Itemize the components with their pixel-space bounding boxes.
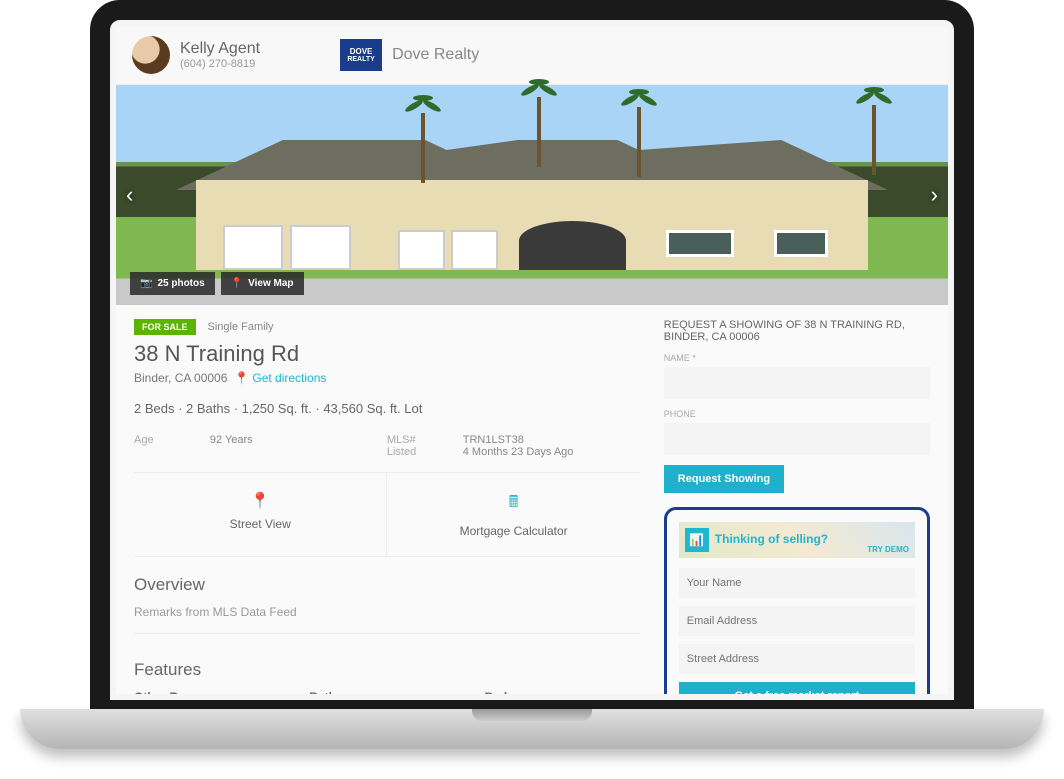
property-type: Single Family (208, 321, 274, 333)
get-directions-link[interactable]: Get directions (252, 371, 326, 385)
promo-title: Thinking of selling? (715, 532, 828, 546)
get-report-button[interactable]: Get a free market report (679, 682, 915, 694)
promo-banner: 📊 Thinking of selling? TRY DEMO (679, 522, 915, 558)
agent-block: Kelly Agent (604) 270-8819 (180, 40, 260, 70)
listing-stats: 2 Beds · 2 Baths · 1,250 Sq. ft. · 43,56… (134, 401, 640, 416)
features-other-rooms: Other Rooms Total Rooms: 7 Basement Desc… (134, 690, 289, 694)
hero-prev-icon[interactable]: ‹ (126, 182, 133, 208)
camera-icon: 📷 (140, 278, 152, 289)
brand-name: Dove Realty (392, 46, 479, 64)
name-label: NAME * (664, 353, 930, 363)
market-report-promo: 📊 Thinking of selling? TRY DEMO Get a fr… (664, 507, 930, 694)
photos-button[interactable]: 📷 25 photos (130, 272, 215, 295)
name-input[interactable] (664, 367, 930, 399)
location-pin-icon: 📍 (134, 491, 386, 511)
try-demo-link[interactable]: TRY DEMO (867, 545, 909, 554)
hero-image: ‹ › 📷 25 photos 📍 View Map (116, 85, 948, 305)
sidebar: REQUEST A SHOWING OF 38 N TRAINING RD, B… (664, 319, 930, 694)
phone-input[interactable] (664, 423, 930, 455)
request-showing-button[interactable]: Request Showing (664, 465, 784, 493)
street-view-button[interactable]: 📍 Street View (134, 473, 387, 556)
brand-logo: DOVE REALTY (340, 39, 382, 71)
listing-meta: Age 92 Years MLS# TRN1LST38 Listed 4 Mon… (134, 430, 640, 473)
map-pin-icon: 📍 (234, 371, 249, 385)
overview-remarks: Remarks from MLS Data Feed (134, 605, 640, 619)
view-map-button[interactable]: 📍 View Map (221, 272, 304, 295)
hero-next-icon[interactable]: › (931, 182, 938, 208)
features-heading: Features (134, 660, 640, 680)
calculator-icon: 🖩 (387, 491, 639, 518)
bar-chart-icon: 📊 (685, 528, 709, 552)
mortgage-calculator-button[interactable]: 🖩 Mortgage Calculator (387, 473, 639, 556)
features-bathrooms: Bathrooms Total Bathrooms: 2 Full Bathro… (309, 690, 464, 694)
main-column: FOR SALE Single Family 38 N Training Rd … (134, 319, 640, 694)
avatar (132, 36, 170, 74)
agent-phone: (604) 270-8819 (180, 58, 260, 70)
phone-label: PHONE (664, 409, 930, 419)
promo-name-input[interactable] (679, 568, 915, 598)
features-bedrooms: Bedrooms Bedrooms: 2 (485, 690, 640, 694)
promo-email-input[interactable] (679, 606, 915, 636)
status-badge: FOR SALE (134, 319, 196, 335)
overview-heading: Overview (134, 575, 640, 595)
agent-name: Kelly Agent (180, 40, 260, 58)
promo-street-input[interactable] (679, 644, 915, 674)
request-heading: REQUEST A SHOWING OF 38 N TRAINING RD, B… (664, 319, 930, 343)
map-pin-icon: 📍 (231, 278, 243, 289)
listing-address: 38 N Training Rd (134, 341, 640, 367)
listing-city: Binder, CA 00006 (134, 371, 227, 385)
